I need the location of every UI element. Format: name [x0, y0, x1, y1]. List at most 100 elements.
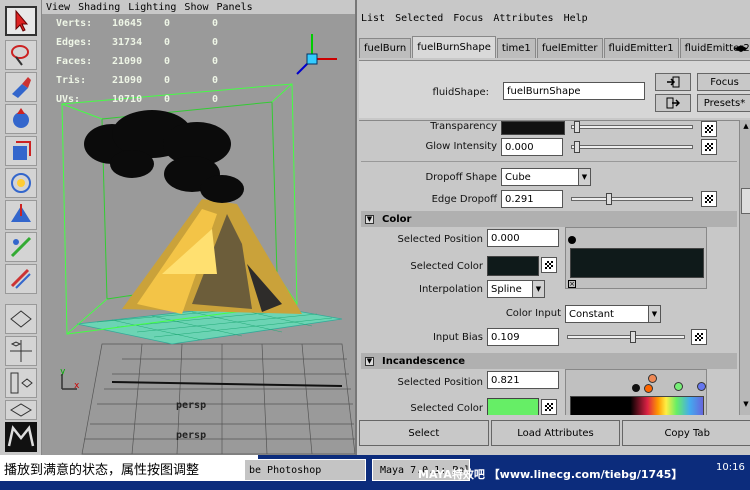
move-tool-button[interactable] [5, 104, 37, 134]
incandescence-ramp-handle[interactable] [648, 374, 657, 383]
incandescence-selected-position-field[interactable]: 0.821 [487, 371, 559, 389]
color-input-dropdown[interactable]: Constant ▼ [565, 305, 661, 323]
single-pane-layout-button[interactable] [5, 304, 37, 334]
tab-fuelburnshape[interactable]: fuelBurnShape [412, 36, 496, 58]
glow-intensity-slider[interactable] [571, 141, 693, 153]
tab-time1[interactable]: time1 [496, 38, 536, 58]
lasso-tool-button[interactable] [5, 40, 37, 70]
tab-left-arrow-icon[interactable]: ◀ [734, 44, 741, 54]
incandescence-selected-color-swatch[interactable] [487, 398, 539, 415]
input-bias-field[interactable]: 0.109 [487, 328, 559, 346]
scroll-down-arrow-icon[interactable]: ▼ [741, 400, 750, 410]
focus-button[interactable]: Focus [697, 73, 750, 91]
input-bias-label: Input Bias [432, 332, 483, 343]
glow-intensity-label: Glow Intensity [425, 141, 497, 152]
rotate-tool-button[interactable] [5, 136, 37, 166]
incandescence-ramp-gradient[interactable] [570, 396, 704, 415]
edge-dropoff-map-button[interactable] [701, 191, 717, 207]
paint-select-tool-button[interactable] [5, 72, 37, 102]
tab-fuelburn[interactable]: fuelBurn [359, 38, 412, 58]
attribute-editor-menu-bar: List Selected Focus Attributes Help [357, 10, 750, 26]
perspective-viewport[interactable]: View Shading Lighting Show Panels x y Ve… [42, 0, 355, 455]
incandescence-ramp-handle[interactable] [674, 382, 683, 391]
input-bias-map-button[interactable] [691, 329, 707, 345]
ramp-delete-icon[interactable]: × [568, 280, 576, 288]
tab-right-arrow-icon[interactable]: ▶ [741, 44, 748, 54]
load-attributes-button[interactable]: Load Attributes [490, 420, 621, 446]
incandescence-selected-color-map-button[interactable] [541, 399, 557, 415]
incandescence-ramp-widget[interactable] [565, 369, 707, 415]
edge-dropoff-slider[interactable] [571, 193, 693, 205]
attribute-scroll-panel[interactable]: Transparency Glow Intensity 0.000 Dropof… [359, 120, 739, 415]
node-name-field[interactable]: fuelBurnShape [503, 82, 645, 100]
output-connections-button[interactable] [655, 94, 691, 112]
color-selected-color-swatch[interactable] [487, 256, 539, 276]
four-pane-layout-button[interactable] [5, 336, 37, 366]
input-connections-button[interactable] [655, 73, 691, 91]
transparency-swatch[interactable] [501, 121, 565, 135]
color-ramp-handle[interactable] [568, 236, 576, 244]
taskbar-photoshop-button[interactable]: be Photoshop [244, 459, 366, 481]
collapse-triangle-icon[interactable]: ▼ [365, 356, 374, 366]
incandescence-ramp-handle[interactable] [632, 384, 640, 392]
input-bias-slider[interactable] [567, 331, 685, 343]
viewport-menu-shading[interactable]: Shading [78, 2, 120, 13]
outliner-layout-button[interactable] [5, 368, 37, 398]
viewport-menu-view[interactable]: View [46, 2, 70, 13]
glow-intensity-slider-thumb[interactable] [574, 141, 580, 153]
glow-intensity-field[interactable]: 0.000 [501, 138, 563, 156]
select-button[interactable]: Select [359, 420, 489, 446]
ae-menu-attributes[interactable]: Attributes [493, 13, 553, 24]
color-section-header[interactable]: ▼ Color [361, 211, 737, 227]
edge-dropoff-field[interactable]: 0.291 [501, 190, 563, 208]
tab-fuelemitter[interactable]: fuelEmitter [536, 38, 603, 58]
scale-icon [11, 173, 31, 193]
output-connections-icon [666, 97, 680, 109]
fluidshape-label: fluidShape: [432, 87, 489, 98]
dropoff-shape-dropdown[interactable]: Cube ▼ [501, 168, 591, 186]
incandescence-section-header[interactable]: ▼ Incandescence [361, 353, 737, 369]
ae-menu-selected[interactable]: Selected [395, 13, 443, 24]
transparency-map-button[interactable] [701, 121, 717, 137]
show-manipulator-tool-button[interactable] [5, 264, 37, 294]
watermark-text: MAYA特效吧 【www.linecg.com/tiebg/1745】 [418, 468, 683, 481]
color-ramp-widget[interactable]: × [565, 227, 707, 289]
color-selected-position-field[interactable]: 0.000 [487, 229, 559, 247]
input-bias-slider-thumb[interactable] [630, 331, 636, 343]
lasso-icon [11, 45, 29, 66]
edge-dropoff-slider-thumb[interactable] [606, 193, 612, 205]
viewport-menu-panels[interactable]: Panels [217, 2, 253, 13]
transparency-slider[interactable] [571, 121, 693, 133]
glow-intensity-map-button[interactable] [701, 139, 717, 155]
maya-logo-icon [7, 425, 35, 447]
persp-graph-layout-button[interactable] [5, 400, 37, 420]
interpolation-dropdown[interactable]: Spline ▼ [487, 280, 545, 298]
attribute-vertical-scrollbar[interactable]: ▲ ▼ [739, 120, 750, 415]
viewport-menu-lighting[interactable]: Lighting [128, 2, 176, 13]
soft-mod-tool-button[interactable] [5, 232, 37, 262]
transparency-slider-thumb[interactable] [574, 121, 580, 133]
scroll-up-arrow-icon[interactable]: ▲ [741, 122, 750, 132]
hud-uvs-row: UVs: 10710 0 0 [56, 94, 219, 105]
scroll-thumb[interactable] [741, 188, 750, 214]
poly-count-hud: Verts: 10645 0 0 Edges: 31734 0 0 Faces: 21090 0… [56, 18, 218, 113]
move-icon [13, 108, 29, 128]
tab-scroll-arrows[interactable]: ◀ ▶ [734, 40, 750, 58]
color-ramp-gradient[interactable] [570, 248, 704, 278]
presets-button[interactable]: Presets* [697, 94, 750, 112]
incandescence-ramp-handle[interactable] [697, 382, 706, 391]
tab-fluidemitter1[interactable]: fluidEmitter1 [603, 38, 679, 58]
incandescence-ramp-handle[interactable] [644, 384, 653, 393]
interpolation-value: Spline [491, 283, 522, 295]
viewport-menu-show[interactable]: Show [184, 2, 208, 13]
manipulator-tool-button[interactable] [5, 200, 37, 230]
scale-tool-button[interactable] [5, 168, 37, 198]
collapse-triangle-icon[interactable]: ▼ [365, 214, 374, 224]
select-tool-button[interactable] [5, 6, 37, 36]
ae-menu-help[interactable]: Help [564, 13, 588, 24]
color-selected-color-map-button[interactable] [541, 257, 557, 273]
ae-menu-list[interactable]: List [361, 13, 385, 24]
single-pane-icon [10, 310, 32, 328]
copy-tab-button[interactable]: Copy Tab [622, 420, 750, 446]
ae-menu-focus[interactable]: Focus [453, 13, 483, 24]
